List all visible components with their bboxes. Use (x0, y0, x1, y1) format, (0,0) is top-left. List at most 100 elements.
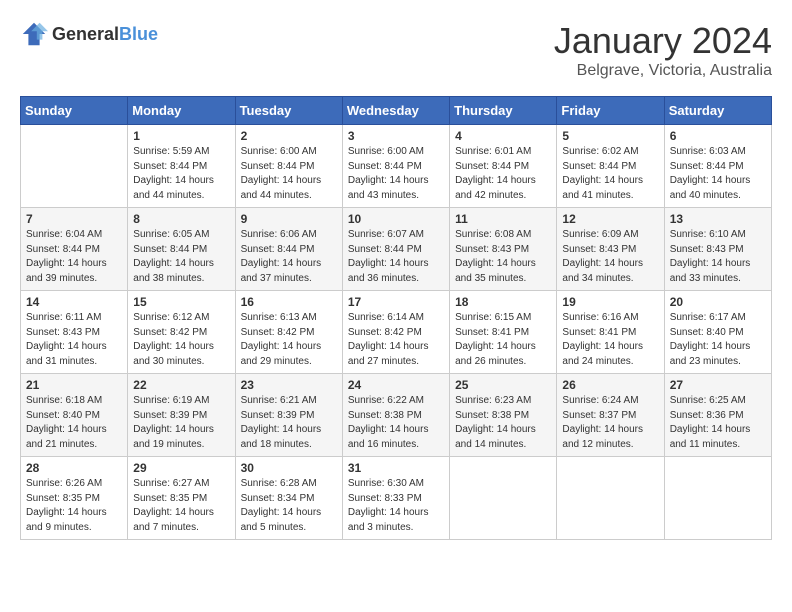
day-info: Sunrise: 6:16 AMSunset: 8:41 PMDaylight:… (562, 311, 658, 369)
day-info: Sunrise: 6:04 AMSunset: 8:44 PMDaylight:… (26, 228, 122, 286)
calendar-week-row: 14Sunrise: 6:11 AMSunset: 8:43 PMDayligh… (21, 291, 772, 374)
page-header: General Blue January 2024 Belgrave, Vict… (20, 20, 772, 80)
calendar-cell: 24 Sunrise: 6:22 AMSunset: 8:38 PMDayligh… (342, 374, 449, 457)
day-number: 31 (348, 461, 444, 475)
logo-icon (20, 20, 48, 48)
calendar-cell (450, 457, 557, 540)
day-info: Sunrise: 6:05 AMSunset: 8:44 PMDaylight:… (133, 228, 229, 286)
day-number: 6 (670, 129, 766, 143)
calendar-cell (557, 457, 664, 540)
calendar-cell: 11 Sunrise: 6:08 AMSunset: 8:43 PMDayligh… (450, 208, 557, 291)
day-info: Sunrise: 6:00 AMSunset: 8:44 PMDaylight:… (241, 145, 337, 203)
day-info: Sunrise: 6:28 AMSunset: 8:34 PMDaylight:… (241, 477, 337, 535)
day-number: 13 (670, 212, 766, 226)
calendar-week-row: 28 Sunrise: 6:26 AMSunset: 8:35 PMDayligh… (21, 457, 772, 540)
day-number: 3 (348, 129, 444, 143)
day-number: 10 (348, 212, 444, 226)
day-number: 26 (562, 378, 658, 392)
calendar-cell: 4Sunrise: 6:01 AMSunset: 8:44 PMDaylight… (450, 125, 557, 208)
day-info: Sunrise: 6:11 AMSunset: 8:43 PMDaylight:… (26, 311, 122, 369)
calendar-body: 1 Sunrise: 5:59 AMSunset: 8:44 PMDaylight… (21, 125, 772, 540)
calendar-cell: 15Sunrise: 6:12 AMSunset: 8:42 PMDayligh… (128, 291, 235, 374)
day-number: 9 (241, 212, 337, 226)
weekday-header-cell: Saturday (664, 97, 771, 125)
day-number: 4 (455, 129, 551, 143)
day-number: 8 (133, 212, 229, 226)
calendar-cell: 14Sunrise: 6:11 AMSunset: 8:43 PMDayligh… (21, 291, 128, 374)
calendar-table: SundayMondayTuesdayWednesdayThursdayFrid… (20, 96, 772, 540)
day-info: Sunrise: 6:24 AMSunset: 8:37 PMDaylight:… (562, 394, 658, 452)
day-info: Sunrise: 6:08 AMSunset: 8:43 PMDaylight:… (455, 228, 551, 286)
day-info: Sunrise: 6:06 AMSunset: 8:44 PMDaylight:… (241, 228, 337, 286)
calendar-cell: 6 Sunrise: 6:03 AMSunset: 8:44 PMDaylight… (664, 125, 771, 208)
day-number: 16 (241, 295, 337, 309)
day-info: Sunrise: 6:02 AMSunset: 8:44 PMDaylight:… (562, 145, 658, 203)
calendar-cell: 21 Sunrise: 6:18 AMSunset: 8:40 PMDayligh… (21, 374, 128, 457)
day-info: Sunrise: 6:26 AMSunset: 8:35 PMDaylight:… (26, 477, 122, 535)
calendar-cell: 23Sunrise: 6:21 AMSunset: 8:39 PMDayligh… (235, 374, 342, 457)
logo-text-blue: Blue (119, 24, 158, 45)
day-number: 30 (241, 461, 337, 475)
calendar-cell: 9 Sunrise: 6:06 AMSunset: 8:44 PMDaylight… (235, 208, 342, 291)
day-number: 20 (670, 295, 766, 309)
month-title: January 2024 (554, 20, 772, 62)
calendar-cell: 8 Sunrise: 6:05 AMSunset: 8:44 PMDaylight… (128, 208, 235, 291)
calendar-cell: 26 Sunrise: 6:24 AMSunset: 8:37 PMDayligh… (557, 374, 664, 457)
weekday-header-cell: Wednesday (342, 97, 449, 125)
calendar-cell: 17Sunrise: 6:14 AMSunset: 8:42 PMDayligh… (342, 291, 449, 374)
weekday-header-row: SundayMondayTuesdayWednesdayThursdayFrid… (21, 97, 772, 125)
day-info: Sunrise: 6:18 AMSunset: 8:40 PMDaylight:… (26, 394, 122, 452)
day-info: Sunrise: 6:07 AMSunset: 8:44 PMDaylight:… (348, 228, 444, 286)
day-info: Sunrise: 6:23 AMSunset: 8:38 PMDaylight:… (455, 394, 551, 452)
calendar-week-row: 7 Sunrise: 6:04 AMSunset: 8:44 PMDaylight… (21, 208, 772, 291)
calendar-week-row: 1 Sunrise: 5:59 AMSunset: 8:44 PMDaylight… (21, 125, 772, 208)
day-number: 7 (26, 212, 122, 226)
day-number: 11 (455, 212, 551, 226)
calendar-cell: 12 Sunrise: 6:09 AMSunset: 8:43 PMDayligh… (557, 208, 664, 291)
day-info: Sunrise: 5:59 AMSunset: 8:44 PMDaylight:… (133, 145, 229, 203)
day-number: 5 (562, 129, 658, 143)
day-number: 18 (455, 295, 551, 309)
day-info: Sunrise: 6:00 AMSunset: 8:44 PMDaylight:… (348, 145, 444, 203)
day-info: Sunrise: 6:27 AMSunset: 8:35 PMDaylight:… (133, 477, 229, 535)
day-info: Sunrise: 6:22 AMSunset: 8:38 PMDaylight:… (348, 394, 444, 452)
day-number: 28 (26, 461, 122, 475)
day-info: Sunrise: 6:30 AMSunset: 8:33 PMDaylight:… (348, 477, 444, 535)
calendar-cell: 3 Sunrise: 6:00 AMSunset: 8:44 PMDaylight… (342, 125, 449, 208)
calendar-cell: 27 Sunrise: 6:25 AMSunset: 8:36 PMDayligh… (664, 374, 771, 457)
logo: General Blue (20, 20, 158, 48)
day-number: 19 (562, 295, 658, 309)
calendar-cell: 25 Sunrise: 6:23 AMSunset: 8:38 PMDayligh… (450, 374, 557, 457)
weekday-header-cell: Monday (128, 97, 235, 125)
day-info: Sunrise: 6:09 AMSunset: 8:43 PMDaylight:… (562, 228, 658, 286)
weekday-header-cell: Thursday (450, 97, 557, 125)
calendar-cell: 13 Sunrise: 6:10 AMSunset: 8:43 PMDayligh… (664, 208, 771, 291)
day-number: 21 (26, 378, 122, 392)
calendar-cell: 22 Sunrise: 6:19 AMSunset: 8:39 PMDayligh… (128, 374, 235, 457)
day-number: 25 (455, 378, 551, 392)
day-info: Sunrise: 6:15 AMSunset: 8:41 PMDaylight:… (455, 311, 551, 369)
calendar-cell: 10 Sunrise: 6:07 AMSunset: 8:44 PMDayligh… (342, 208, 449, 291)
day-number: 12 (562, 212, 658, 226)
day-info: Sunrise: 6:10 AMSunset: 8:43 PMDaylight:… (670, 228, 766, 286)
calendar-cell: 2Sunrise: 6:00 AMSunset: 8:44 PMDaylight… (235, 125, 342, 208)
calendar-cell: 7 Sunrise: 6:04 AMSunset: 8:44 PMDaylight… (21, 208, 128, 291)
calendar-cell: 19 Sunrise: 6:16 AMSunset: 8:41 PMDayligh… (557, 291, 664, 374)
calendar-cell: 28 Sunrise: 6:26 AMSunset: 8:35 PMDayligh… (21, 457, 128, 540)
day-info: Sunrise: 6:25 AMSunset: 8:36 PMDaylight:… (670, 394, 766, 452)
day-number: 15 (133, 295, 229, 309)
day-number: 23 (241, 378, 337, 392)
title-section: January 2024 Belgrave, Victoria, Austral… (554, 20, 772, 80)
day-info: Sunrise: 6:03 AMSunset: 8:44 PMDaylight:… (670, 145, 766, 203)
calendar-week-row: 21 Sunrise: 6:18 AMSunset: 8:40 PMDayligh… (21, 374, 772, 457)
day-number: 1 (133, 129, 229, 143)
day-number: 22 (133, 378, 229, 392)
day-info: Sunrise: 6:19 AMSunset: 8:39 PMDaylight:… (133, 394, 229, 452)
calendar-cell: 5 Sunrise: 6:02 AMSunset: 8:44 PMDaylight… (557, 125, 664, 208)
day-number: 27 (670, 378, 766, 392)
day-number: 24 (348, 378, 444, 392)
day-info: Sunrise: 6:17 AMSunset: 8:40 PMDaylight:… (670, 311, 766, 369)
calendar-cell: 31 Sunrise: 6:30 AMSunset: 8:33 PMDayligh… (342, 457, 449, 540)
weekday-header-cell: Sunday (21, 97, 128, 125)
weekday-header-cell: Friday (557, 97, 664, 125)
